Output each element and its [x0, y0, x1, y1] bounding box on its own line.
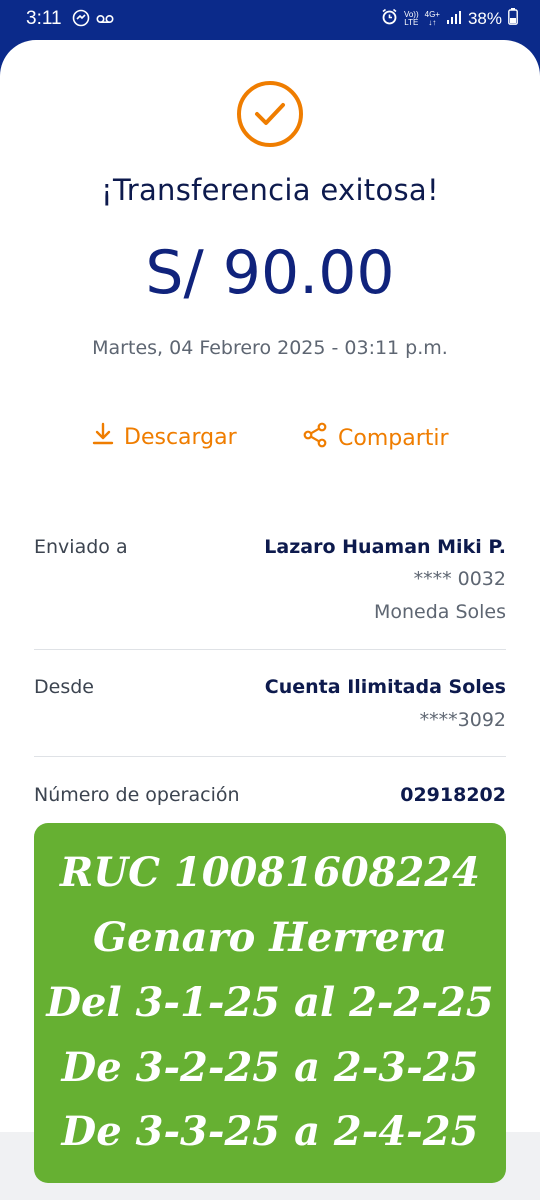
network-type-indicator: 4G+ ↓↑ [425, 11, 440, 27]
battery-icon [508, 8, 518, 30]
signal-icon [446, 9, 462, 29]
download-button[interactable]: Descargar [92, 422, 237, 452]
stamp-line: Del 3-1-25 al 2-2-25 [46, 979, 494, 1026]
transfer-amount: S/ 90.00 [145, 238, 395, 308]
from-label: Desde [34, 676, 94, 698]
stamp-line: Genaro Herrera [92, 914, 448, 961]
voicemail-icon [96, 12, 114, 30]
volte-indicator: Vo)) LTE [404, 11, 419, 27]
sent-to-label: Enviado a [34, 536, 128, 558]
receipt-card: ¡Transferencia exitosa! S/ 90.00 Martes,… [0, 40, 540, 1200]
transfer-datetime: Martes, 04 Febrero 2025 - 03:11 p.m. [92, 337, 448, 359]
operation-number: 02918202 [400, 784, 506, 806]
payment-stamp: RUC 10081608224 Genaro Herrera Del 3-1-2… [34, 823, 506, 1183]
from-account-name: Cuenta Ilimitada Soles [264, 676, 506, 698]
cloud-sync-icon [72, 9, 90, 32]
status-bar: 3:11 Vo)) LTE 4G+ ↓↑ 38% [0, 0, 540, 40]
download-icon [92, 422, 114, 452]
volte-bottom-text: LTE [404, 18, 419, 27]
share-button[interactable]: Compartir [302, 422, 449, 454]
success-title: ¡Transferencia exitosa! [101, 173, 439, 207]
operation-number-label: Número de operación [34, 784, 240, 806]
divider [34, 756, 506, 757]
alarm-icon [381, 8, 398, 30]
recipient-name: Lazaro Huaman Miki P. [264, 536, 506, 558]
download-label: Descargar [124, 424, 237, 450]
stamp-line: RUC 10081608224 [59, 849, 481, 896]
from-account-number: ****3092 [419, 709, 506, 731]
recipient-currency: Moneda Soles [373, 601, 506, 623]
recipient-account: **** 0032 [413, 568, 506, 590]
share-icon [302, 422, 328, 454]
status-left-icons [72, 9, 114, 32]
data-arrows-icon: ↓↑ [428, 18, 437, 27]
divider [34, 649, 506, 650]
stamp-line: De 3-2-25 a 2-3-25 [61, 1044, 479, 1091]
status-right-icons: Vo)) LTE 4G+ ↓↑ 38% [381, 8, 518, 30]
status-time: 3:11 [26, 8, 62, 29]
stamp-line: De 3-3-25 a 2-4-25 [61, 1108, 479, 1155]
share-label: Compartir [338, 425, 449, 451]
success-check-icon [236, 80, 304, 152]
battery-percent: 38% [467, 9, 502, 28]
